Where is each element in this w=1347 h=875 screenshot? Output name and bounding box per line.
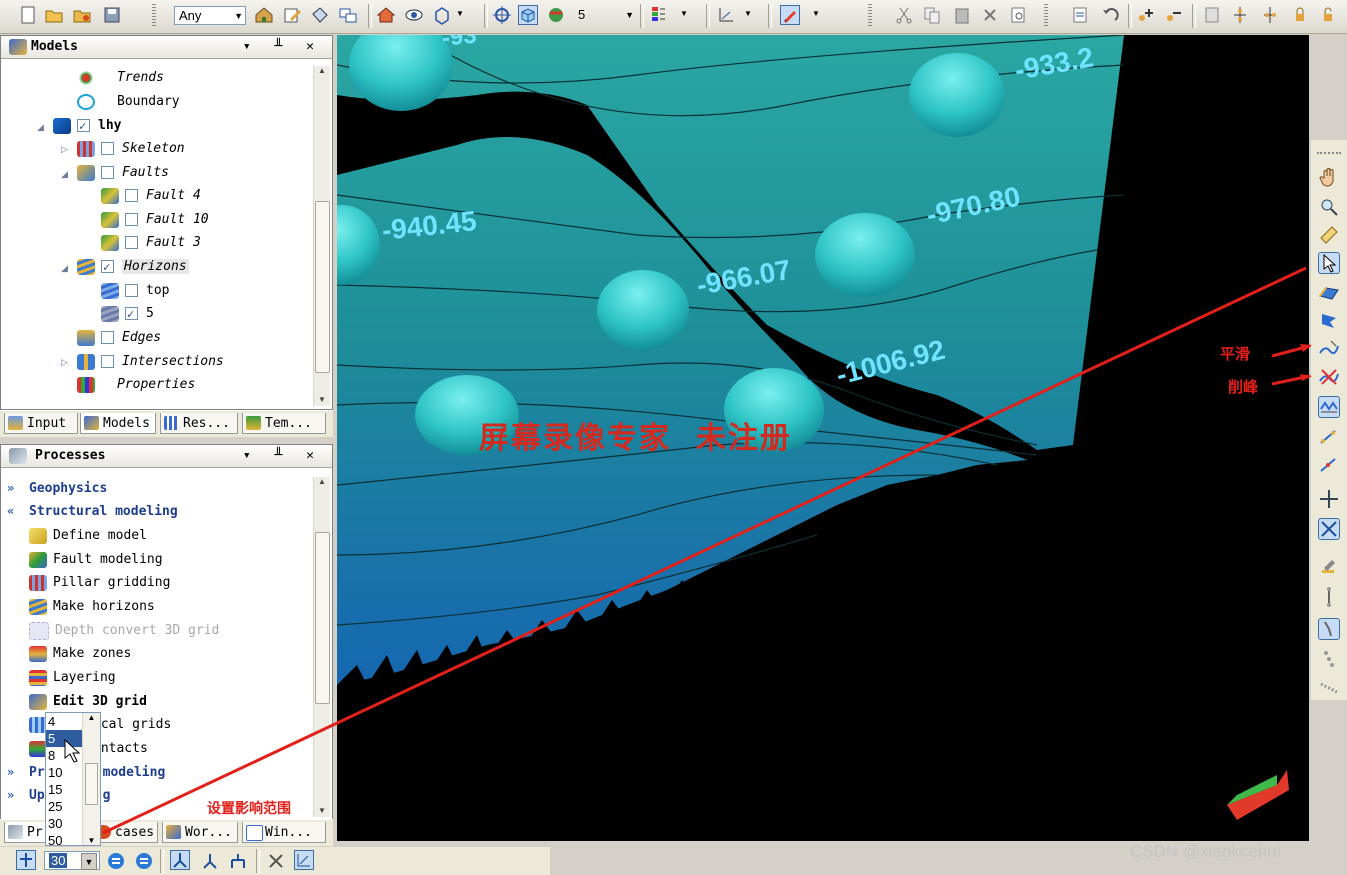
mouse-cursor-icon [64, 739, 80, 763]
radius-dropdown-list[interactable]: 4 5 8 10 15 25 30 50 ▲ ▼ [45, 712, 101, 849]
radius-option[interactable]: 25 [46, 798, 82, 815]
annotation-set-range: 设置影响范围 [207, 801, 291, 817]
radius-option[interactable]: 30 [46, 815, 82, 832]
annotation-line [102, 266, 1307, 835]
radius-option[interactable]: 10 [46, 764, 82, 781]
annotation-arrowhead [1300, 374, 1312, 381]
annotation-peak-cut: 削峰 [1228, 378, 1259, 396]
footer-watermark: CSDN @xiaokcehui [1130, 842, 1281, 861]
annotation-arrowhead [1300, 344, 1312, 352]
radius-option[interactable]: 50 [46, 832, 82, 849]
dropdown-scrollbar[interactable]: ▲ ▼ [82, 713, 100, 845]
annotation-overlay [102, 266, 1312, 835]
radius-option[interactable]: 15 [46, 781, 82, 798]
radius-option[interactable]: 4 [46, 713, 82, 730]
annotation-smooth: 平滑 [1220, 345, 1251, 363]
